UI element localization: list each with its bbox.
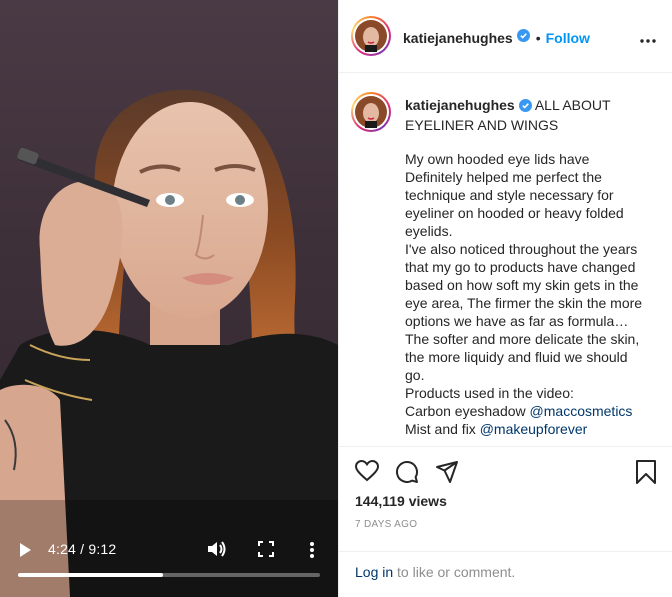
bookmark-icon[interactable] (635, 460, 657, 489)
verified-badge-icon (516, 29, 530, 47)
volume-icon[interactable] (207, 540, 227, 563)
video-time: 4:24 / 9:12 (48, 541, 116, 557)
follow-button[interactable]: Follow (546, 30, 590, 46)
post-panel: katiejanehughes • Follow katiejanehughes… (338, 0, 672, 597)
current-time: 4:24 (48, 541, 77, 557)
share-icon[interactable] (435, 460, 459, 489)
caption-header: katiejanehughes ALL ABOUT EYELINER AND W… (405, 96, 655, 134)
video-controls: 4:24 / 9:12 (0, 535, 338, 597)
caption-area[interactable]: katiejanehughes ALL ABOUT EYELINER AND W… (339, 74, 672, 446)
verified-badge-icon (518, 98, 532, 116)
caption-body: My own hooded eye lids have Definitely h… (405, 150, 645, 438)
video-frame (0, 89, 338, 597)
heart-icon[interactable] (354, 459, 380, 487)
more-horizontal-icon[interactable] (640, 30, 656, 48)
product-line-2: Mist and fix @makeupforever (405, 421, 587, 437)
caption-username-link[interactable]: katiejanehughes (405, 97, 515, 113)
video-progress-bar[interactable] (18, 573, 320, 577)
duration: 9:12 (88, 541, 117, 557)
post-header: katiejanehughes • Follow (339, 0, 672, 73)
views-count[interactable]: 144,119 views (355, 493, 447, 509)
product-line-1-text: Carbon eyeshadow (405, 403, 530, 419)
login-prompt-text: to like or comment. (393, 564, 516, 580)
login-prompt: Log in to like or comment. (339, 551, 672, 597)
play-icon[interactable] (18, 542, 32, 558)
fullscreen-icon[interactable] (258, 541, 274, 562)
separator-dot: • (535, 30, 541, 46)
product-line-1: Carbon eyeshadow @maccosmetics (405, 403, 632, 419)
post-actions: 144,119 views 7 DAYS AGO (339, 446, 672, 551)
time-separator: / (76, 541, 89, 557)
video-player[interactable]: 4:24 / 9:12 (0, 0, 338, 597)
username-link[interactable]: katiejanehughes (403, 30, 513, 46)
avatar[interactable] (351, 16, 391, 56)
mention-link-maccosmetics[interactable]: @maccosmetics (530, 403, 633, 419)
video-progress-fill (18, 573, 163, 577)
product-line-2-text: Mist and fix (405, 421, 480, 437)
caption-avatar[interactable] (351, 92, 391, 132)
comment-icon[interactable] (395, 460, 419, 489)
post-timestamp[interactable]: 7 DAYS AGO (355, 519, 417, 530)
login-link[interactable]: Log in (355, 564, 393, 580)
more-vertical-icon[interactable] (309, 541, 315, 564)
mention-link-makeupforever[interactable]: @makeupforever (480, 421, 588, 437)
caption-text: My own hooded eye lids have Definitely h… (405, 151, 643, 401)
